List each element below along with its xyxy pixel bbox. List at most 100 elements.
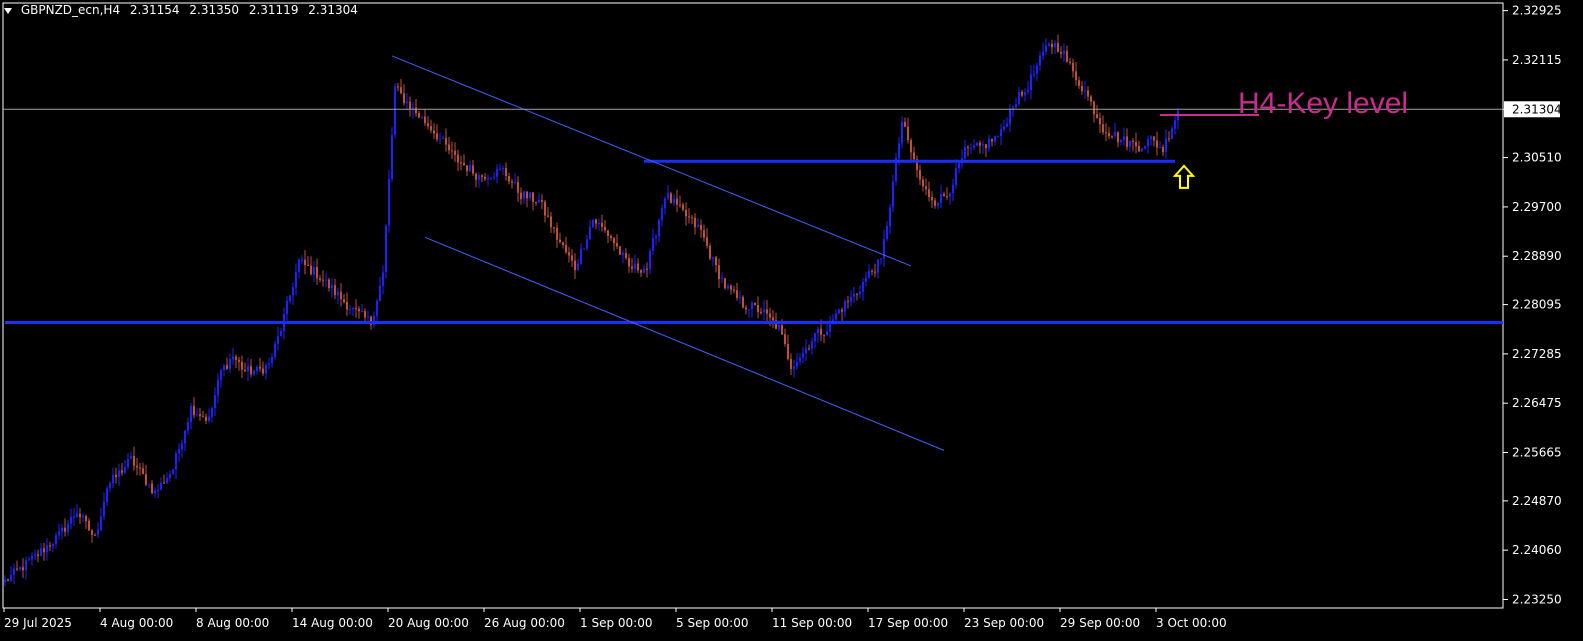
candle-body (976, 142, 978, 146)
y-tick-label: 2.29700 (1512, 200, 1562, 214)
candle-body (229, 359, 231, 369)
candle-body (1090, 96, 1092, 102)
candle-body (694, 217, 696, 228)
candle-body (397, 86, 399, 88)
candle-body (394, 86, 396, 135)
candle-body (1078, 80, 1080, 86)
candle-body (601, 222, 603, 227)
candle-body (475, 173, 477, 180)
candle-body (85, 515, 87, 521)
candle-body (814, 333, 816, 342)
candle-body (1144, 146, 1146, 149)
candle-body (925, 186, 927, 190)
candle-body (385, 225, 387, 273)
candle-body (169, 473, 171, 479)
candle-body (193, 405, 195, 416)
candle-body (1108, 133, 1110, 137)
candle-body (16, 568, 18, 570)
candle-body (433, 130, 435, 134)
candle-body (1156, 140, 1158, 148)
candle-body (709, 245, 711, 259)
candle-body (1126, 136, 1128, 147)
candle-body (1045, 45, 1047, 52)
candle-body (712, 257, 714, 259)
candle-body (991, 138, 993, 142)
x-tick-label: 5 Sep 00:00 (676, 616, 748, 630)
candle-body (526, 191, 528, 199)
candle-body (619, 246, 621, 255)
candle-body (1018, 91, 1020, 105)
candle-body (541, 199, 543, 202)
candle-body (427, 123, 429, 127)
candle-body (838, 309, 840, 314)
candle-body (703, 230, 705, 238)
candle-body (859, 291, 861, 295)
candle-body (550, 216, 552, 228)
candle-body (103, 501, 105, 517)
x-tick-label: 23 Sep 00:00 (964, 616, 1044, 630)
candle-body (1048, 43, 1050, 46)
candle-body (1150, 136, 1152, 140)
candle-body (658, 219, 660, 237)
x-tick-label: 11 Sep 00:00 (772, 616, 852, 630)
candle-body (82, 515, 84, 518)
candle-body (907, 126, 909, 141)
candle-body (559, 239, 561, 243)
candle-body (355, 308, 357, 310)
current-price-label: 2.31304 (1512, 102, 1562, 116)
candle-body (88, 520, 90, 531)
candle-body (1168, 138, 1170, 140)
candle-body (361, 311, 363, 313)
candle-body (781, 325, 783, 335)
candle-body (1123, 136, 1125, 141)
channel-lower[interactable] (424, 236, 945, 451)
candle-body (331, 285, 333, 289)
candle-body (247, 366, 249, 372)
candle-body (226, 365, 228, 369)
candle-body (637, 263, 639, 271)
candle-body (721, 278, 723, 280)
candle-body (304, 259, 306, 265)
candle-body (508, 176, 510, 182)
candle-body (625, 252, 627, 258)
candle-body (1120, 140, 1122, 143)
candle-body (139, 467, 141, 469)
candle-body (7, 579, 9, 581)
candle-body (1000, 129, 1002, 136)
candle-body (460, 162, 462, 164)
candle-body (232, 356, 234, 360)
y-tick-label: 2.25665 (1512, 445, 1562, 459)
candle-body (100, 516, 102, 530)
price-chart[interactable]: H4-Key level 2.32925 2.32115 2.31304 2.30510… (0, 0, 1583, 641)
up-arrow-icon (1172, 164, 1196, 189)
candle-body (439, 138, 441, 140)
candle-body (574, 260, 576, 271)
candle-body (436, 133, 438, 140)
candle-body (259, 366, 261, 369)
candle-body (49, 545, 51, 547)
candle-body (580, 248, 582, 264)
candle-body (424, 116, 426, 124)
candle-body (115, 474, 117, 477)
candle-body (1021, 91, 1023, 96)
x-tick-label: 14 Aug 00:00 (292, 616, 373, 630)
candle-body (184, 430, 186, 444)
candle-body (196, 414, 198, 416)
candle-body (529, 192, 531, 199)
candle-body (667, 193, 669, 199)
candle-body (562, 242, 564, 245)
candle-body (502, 168, 504, 170)
candle-body (121, 470, 123, 473)
candle-body (922, 179, 924, 187)
candle-body (874, 271, 876, 273)
candle-body (388, 179, 390, 226)
candle-body (133, 455, 135, 466)
candle-body (352, 308, 354, 310)
candle-body (766, 309, 768, 314)
candle-body (733, 289, 735, 291)
candle-body (634, 263, 636, 269)
candle-body (505, 168, 507, 177)
candle-body (493, 176, 495, 178)
candle-body (199, 414, 201, 417)
candle-body (790, 359, 792, 369)
